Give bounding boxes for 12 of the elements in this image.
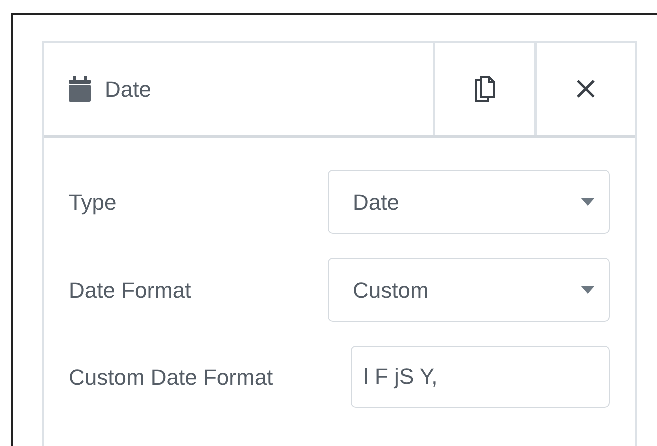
input-field[interactable]: l F jS Y, xyxy=(351,346,610,408)
field-label: Type xyxy=(69,188,117,217)
calendar-icon xyxy=(69,76,91,102)
close-icon xyxy=(576,79,596,99)
dropdown[interactable]: Custom xyxy=(328,258,610,322)
field-label: Date Format xyxy=(69,276,192,304)
caret-icon xyxy=(581,286,595,294)
caret-icon xyxy=(581,198,595,206)
field-label: Custom Date Format xyxy=(69,364,274,392)
copy-icon xyxy=(474,76,494,102)
dropdown[interactable]: Date xyxy=(328,170,610,234)
panel-title: Date xyxy=(105,76,152,104)
